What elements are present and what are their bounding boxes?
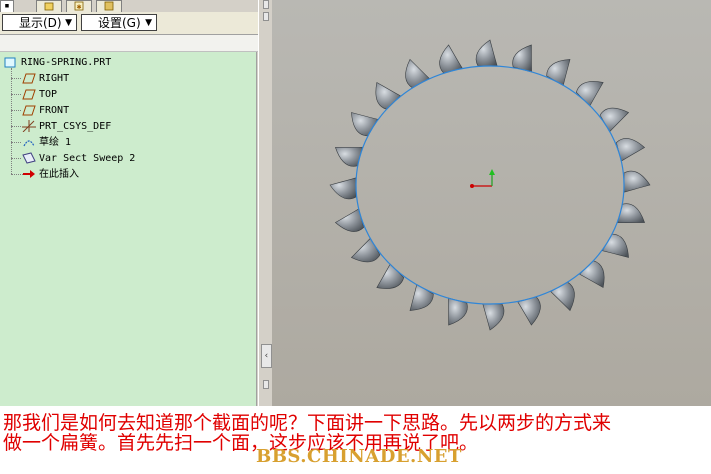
tree-item-csys[interactable]: PRT_CSYS_DEF	[22, 120, 111, 133]
spring-coil-lobe	[550, 281, 575, 312]
tab-folder-browser[interactable]	[36, 0, 62, 12]
star-icon: ✱	[74, 1, 84, 11]
spring-coil-lobe	[329, 177, 357, 200]
sweep-trajectory-curve	[355, 65, 625, 305]
insert-here-arrow-icon	[23, 170, 35, 178]
watermark-text: BBS.CHINADE.NET	[256, 446, 462, 467]
collapse-panel-button[interactable]: ‹	[261, 344, 272, 368]
spring-coil-lobe	[409, 283, 434, 311]
settings-menu-button[interactable]: 设置(G) ▼	[81, 14, 157, 31]
scroll-bar-top[interactable]	[263, 0, 269, 9]
tree-item-sweep[interactable]: Var Sect Sweep 2	[22, 152, 135, 165]
csys-triad-icon	[470, 169, 495, 188]
tree-item-right[interactable]: RIGHT	[22, 72, 69, 85]
tree-item-insert-here[interactable]: 在此插入	[22, 168, 79, 181]
tree-item-label: TOP	[39, 89, 58, 100]
tree-item-sketch[interactable]: 草绘 1	[22, 136, 71, 149]
tree-item-label: 在此插入	[39, 169, 79, 180]
svg-text:✱: ✱	[77, 2, 82, 11]
tree-item-label: Var Sect Sweep 2	[39, 153, 136, 164]
scroll-bar-bottom[interactable]	[263, 380, 269, 389]
tab-connections[interactable]	[96, 0, 122, 12]
datum-plane-icon	[22, 89, 36, 100]
datum-plane-icon	[22, 105, 36, 116]
spring-coil-lobe	[375, 81, 401, 110]
book-icon	[104, 1, 114, 11]
sketch-icon	[23, 140, 35, 147]
spring-coil-lobe	[405, 58, 430, 89]
tree-item-label: RIGHT	[39, 73, 70, 84]
tutorial-caption: 那我们是如何去知道那个截面的呢？下面讲一下思路。先以两步的方式来 做一个扁簧。首…	[0, 406, 711, 474]
tree-item-label: FRONT	[39, 105, 70, 116]
tree-item-label: RING-SPRING.PRT	[21, 57, 112, 68]
navigator-panel: ▪ ✱ 显示(D) ▼ 设置(G) ▼ RING-SPRING.PRT RIGH…	[0, 0, 258, 406]
tree-item-label: 草绘 1	[39, 137, 72, 148]
settings-menu-label: 设置(G)	[98, 16, 141, 30]
tree-header-strip	[0, 35, 258, 52]
tree-item-label: PRT_CSYS_DEF	[39, 121, 112, 132]
model-tree-tab-icon: ▪	[4, 1, 10, 11]
folder-icon	[44, 2, 54, 11]
tab-favorites[interactable]: ✱	[66, 0, 92, 12]
ring-spring-model	[329, 39, 651, 331]
chevron-down-icon: ▼	[65, 18, 72, 28]
chevron-down-icon: ▼	[145, 18, 152, 28]
tree-item-front[interactable]: FRONT	[22, 104, 69, 117]
spring-coil-lobe	[546, 59, 571, 87]
spring-coil-lobe	[376, 263, 405, 289]
spring-coil-lobe	[350, 237, 381, 263]
display-menu-button[interactable]: 显示(D) ▼	[2, 14, 77, 31]
tree-toolbar: 显示(D) ▼ 设置(G) ▼	[0, 12, 258, 35]
datum-plane-icon	[22, 73, 36, 84]
navigator-tabs: ▪ ✱	[0, 0, 258, 12]
scroll-bar-up[interactable]	[263, 12, 269, 21]
tree-item-top[interactable]: TOP	[22, 88, 57, 101]
tab-model-tree[interactable]: ▪	[0, 0, 14, 12]
spring-coil-lobe	[623, 170, 651, 193]
tree-item-part[interactable]: RING-SPRING.PRT	[4, 56, 111, 69]
model-tree: RING-SPRING.PRT RIGHT TOP FRONT PRT_CSYS…	[0, 52, 257, 406]
part-icon	[4, 57, 16, 68]
graphics-window[interactable]	[272, 0, 711, 406]
sweep-icon	[22, 152, 36, 164]
spring-coil-lobe	[579, 260, 605, 289]
spring-coil-lobe	[475, 39, 498, 67]
spring-coil-lobe	[575, 81, 604, 107]
spring-coil-lobe	[599, 107, 630, 133]
display-menu-label: 显示(D)	[19, 16, 62, 30]
coordinate-system-icon	[22, 120, 36, 132]
spring-coil-lobe	[351, 112, 379, 137]
spring-coil-lobe	[601, 233, 629, 258]
spring-coil-lobe	[482, 303, 505, 331]
